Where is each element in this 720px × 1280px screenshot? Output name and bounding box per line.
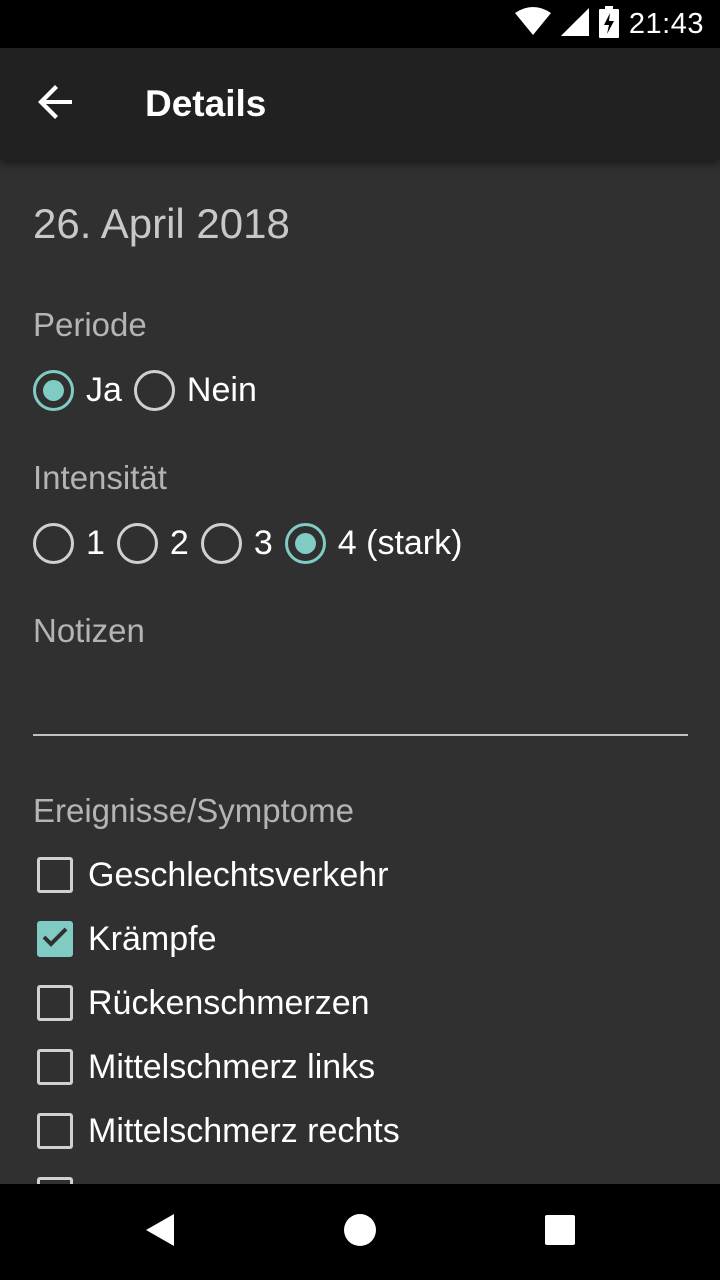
- event-checkbox[interactable]: [37, 985, 73, 1021]
- intensity-option-label[interactable]: 2: [170, 524, 189, 563]
- notes-input[interactable]: [33, 670, 688, 732]
- home-circle-icon: [343, 1213, 377, 1252]
- details-content[interactable]: 26. April 2018 Periode Ja Nein Intensitä…: [0, 160, 720, 1184]
- intensity-option-label[interactable]: 3: [254, 524, 273, 563]
- event-checkbox-row[interactable]: Krämpfe: [37, 919, 217, 959]
- event-label[interactable]: Mittelschmerz links: [88, 1048, 375, 1087]
- arrow-back-icon: [38, 84, 74, 125]
- event-label[interactable]: Rückenschmerzen: [88, 984, 370, 1023]
- page-title: Details: [145, 83, 267, 124]
- intensity-option-label[interactable]: 4 (stark): [338, 524, 463, 563]
- intensity-radio-3[interactable]: [200, 522, 242, 564]
- event-label[interactable]: Geschlechtsverkehr: [88, 856, 388, 895]
- intensity-label: Intensität: [33, 459, 167, 496]
- event-checkbox[interactable]: [37, 1177, 73, 1184]
- status-bar: 21:43: [0, 0, 720, 48]
- event-checkbox-row[interactable]: Mittelschmerz links: [37, 1047, 375, 1087]
- nav-recents-button[interactable]: [512, 1184, 608, 1280]
- notes-label: Notizen: [33, 612, 145, 649]
- intensity-radio-2[interactable]: [116, 522, 158, 564]
- period-radio-ja[interactable]: [33, 369, 74, 411]
- back-button[interactable]: [20, 68, 92, 140]
- nav-home-button[interactable]: [312, 1184, 408, 1280]
- back-triangle-icon: [144, 1212, 176, 1253]
- period-radio-nein[interactable]: [133, 369, 175, 411]
- wifi-icon: [514, 6, 551, 42]
- event-checkbox[interactable]: [37, 857, 73, 893]
- system-nav-bar: [0, 1184, 720, 1280]
- recents-square-icon: [544, 1214, 576, 1251]
- event-label[interactable]: Krämpfe: [88, 920, 217, 959]
- event-label[interactable]: Mittelschmerz rechts: [88, 1112, 400, 1151]
- period-label: Periode: [33, 306, 147, 343]
- period-radio-group: Ja Nein: [33, 367, 269, 413]
- period-option-label[interactable]: Nein: [187, 371, 257, 410]
- battery-charging-icon: [598, 5, 619, 43]
- entry-date: 26. April 2018: [33, 200, 290, 247]
- event-checkbox[interactable]: [37, 1049, 73, 1085]
- event-checkbox[interactable]: [37, 1113, 73, 1149]
- status-time: 21:43: [628, 7, 704, 40]
- checkmark-icon: [40, 922, 70, 957]
- event-checkbox-row[interactable]: Rückenschmerzen: [37, 983, 370, 1023]
- events-label: Ereignisse/Symptome: [33, 792, 354, 829]
- nav-back-button[interactable]: [112, 1184, 208, 1280]
- event-checkbox-row[interactable]: Mittelschmerz rechts: [37, 1111, 400, 1151]
- notes-underline: [33, 734, 688, 736]
- status-icons: 21:43: [514, 0, 704, 48]
- intensity-radio-4[interactable]: [284, 522, 326, 564]
- app-toolbar: Details: [0, 48, 720, 160]
- intensity-radio-1[interactable]: [33, 522, 74, 564]
- period-option-label[interactable]: Ja: [86, 371, 122, 410]
- event-checkbox-row-partial[interactable]: [37, 1175, 73, 1184]
- intensity-radio-group: 1 2 3 4 (stark): [33, 520, 474, 566]
- intensity-option-label[interactable]: 1: [86, 524, 105, 563]
- signal-icon: [560, 7, 589, 41]
- event-checkbox[interactable]: [37, 921, 73, 957]
- event-checkbox-row[interactable]: Geschlechtsverkehr: [37, 855, 388, 895]
